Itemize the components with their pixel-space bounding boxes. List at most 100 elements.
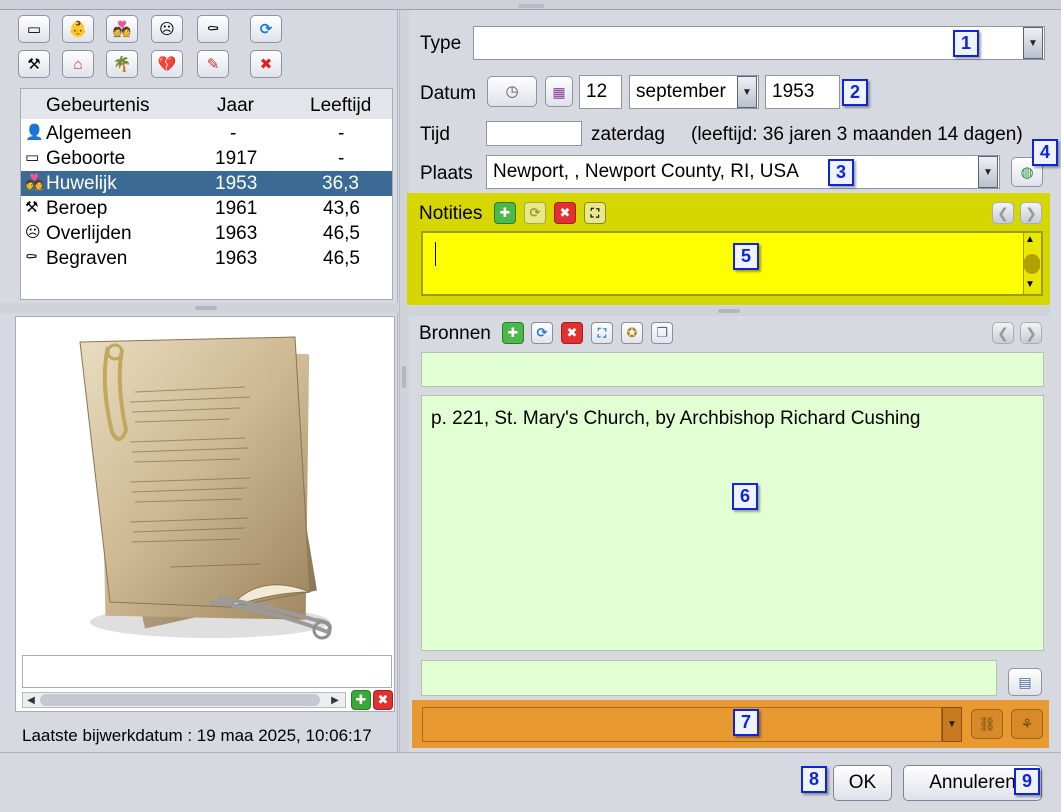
table-row[interactable]: ⚒ Beroep 1961 43,6 [22,196,392,221]
sources-refresh-button[interactable]: ⟳ [531,322,553,344]
sources-next-button[interactable]: ❯ [1020,322,1042,344]
badge-8: 8 [801,766,827,793]
delete-icon: ✖ [566,325,578,340]
add-burial-button[interactable]: ⚰ [197,15,229,43]
copy-icon: ❐ [656,325,668,340]
top-splitter-grip[interactable] [518,4,544,8]
row-year: - [230,123,237,144]
source-repository-button[interactable]: ▤ [1008,668,1042,696]
citation-dropdown-arrow[interactable]: ▼ [942,707,962,742]
sources-add-button[interactable]: ✚ [502,322,524,344]
couple-icon: 💑 [112,20,132,38]
add-event-button[interactable]: ✎ [197,50,229,78]
notes-scroll-thumb[interactable] [1024,254,1040,274]
palm-tree-icon: 🌴 [112,55,132,73]
age-text: (leeftijd: 36 jaren 3 maanden 14 dagen) [691,124,1023,145]
table-row[interactable]: ⚰ Begraven 1963 46,5 [22,246,392,271]
header-event[interactable]: Gebeurtenis [46,95,150,117]
month-dropdown-arrow[interactable]: ▼ [737,76,757,108]
clock-button[interactable]: ◷ [487,76,537,107]
sources-copy-button[interactable]: ❐ [651,322,673,344]
notes-textarea[interactable] [421,231,1043,296]
notes-delete-button[interactable]: ✖ [554,202,576,224]
row-event: Beroep [46,198,108,219]
time-input[interactable] [486,121,582,146]
row-age: 46,5 [323,248,360,269]
plus-icon: ✚ [355,692,367,707]
notes-next-button[interactable]: ❯ [1020,202,1042,224]
right-splitter-grip[interactable] [718,309,740,313]
left-splitter-grip[interactable] [195,306,217,310]
add-emigration-button[interactable]: 🌴 [106,50,138,78]
header-age[interactable]: Leeftijd [310,95,371,117]
chevron-left-icon: ❮ [997,324,1009,341]
badge-7: 7 [733,709,759,736]
add-marriage-button[interactable]: 💑 [106,15,138,43]
source-detail-textarea[interactable]: p. 221, St. Mary's Church, by Archbishop… [421,395,1044,651]
row-icon: ☹ [25,224,41,241]
place-combo[interactable]: Newport, , Newport County, RI, USA [486,155,1000,189]
sources-delete-button[interactable]: ✖ [561,322,583,344]
row-year: 1917 [215,148,258,169]
row-year: 1963 [215,248,258,269]
table-row[interactable]: ▭ Geboorte 1917 - [22,146,392,171]
notes-expand-button[interactable]: ⛶ [584,202,606,224]
header-year[interactable]: Jaar [217,95,254,117]
coffin-icon: ⚰ [206,20,220,38]
add-general-button[interactable]: ▭ [18,15,50,43]
document-image[interactable] [60,322,350,647]
year-input[interactable]: 1953 [765,75,840,109]
row-icon: ▭ [25,149,40,166]
vertical-splitter-grip[interactable] [402,366,406,388]
add-divorce-button[interactable]: 💔 [151,50,183,78]
place-label: Plaats [420,163,473,184]
delete-event-button[interactable]: ✖ [250,50,282,78]
media-caption-input[interactable] [22,655,392,688]
sources-prev-button[interactable]: ❮ [992,322,1014,344]
badge-6: 6 [732,483,758,510]
sources-certificate-button[interactable]: ✪ [621,322,643,344]
table-row[interactable]: 👤 Algemeen - - [22,121,392,146]
notes-add-button[interactable]: ✚ [494,202,516,224]
type-dropdown-arrow[interactable]: ▼ [1023,27,1043,59]
sources-expand-button[interactable]: ⛶ [591,322,613,344]
table-row-selected[interactable]: 💑 Huwelijk 1953 36,3 [21,171,392,196]
table-row[interactable]: ☹ Overlijden 1963 46,5 [22,221,392,246]
badge-5: 5 [733,243,759,270]
citation-tree-button[interactable]: ⚘ [1011,709,1043,739]
day-input[interactable]: 12 [579,75,622,109]
notes-scroll-up-icon[interactable]: ▲ [1025,234,1035,245]
row-event: Overlijden [46,223,132,244]
source-footer-input[interactable] [421,660,997,696]
repository-icon: ▤ [1018,674,1032,690]
source-title-input[interactable] [421,352,1044,387]
ok-button[interactable]: OK [833,765,892,801]
notes-prev-button[interactable]: ❮ [992,202,1014,224]
expand-icon: ⛶ [590,205,600,220]
source-detail-text: p. 221, St. Mary's Church, by Archbishop… [431,408,921,429]
notes-scroll-down-icon[interactable]: ▼ [1025,279,1035,290]
scroll-right-icon[interactable]: ▶ [328,692,342,708]
media-add-button[interactable]: ✚ [351,690,371,710]
citation-link-button[interactable]: ⛓ [971,709,1003,739]
add-occupation-button[interactable]: ⚒ [18,50,50,78]
skull-icon: ☹ [159,20,175,38]
media-delete-button[interactable]: ✖ [373,690,393,710]
add-death-button[interactable]: ☹ [151,15,183,43]
notes-refresh-button[interactable]: ⟳ [524,202,546,224]
add-birth-button[interactable]: 👶 [62,15,94,43]
refresh-button[interactable]: ⟳ [250,15,282,43]
delete-icon: ✖ [259,55,273,73]
calendar-button[interactable]: ▦ [545,76,573,107]
row-event: Begraven [46,248,128,269]
bottom-bar [0,752,1061,812]
citation-combo[interactable] [422,707,942,742]
place-dropdown-arrow[interactable]: ▼ [978,156,998,188]
text-cursor [435,242,436,266]
row-age: - [338,123,345,144]
broken-heart-icon: 💔 [157,55,177,73]
scroll-thumb[interactable] [40,694,320,706]
last-update-text: Laatste bijwerkdatum : 19 maa 2025, 10:0… [22,726,372,745]
add-residence-button[interactable]: ⌂ [62,50,94,78]
scroll-left-icon[interactable]: ◀ [24,692,38,708]
